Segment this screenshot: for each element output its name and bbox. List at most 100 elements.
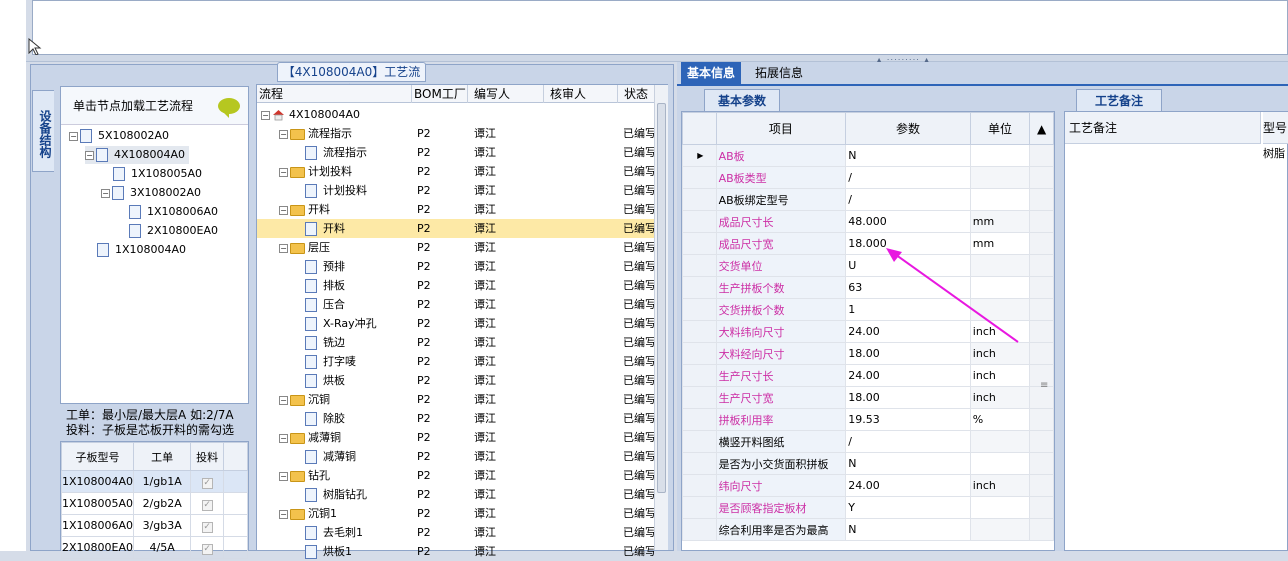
collapse-icon[interactable]: −: [279, 509, 288, 519]
param-row[interactable]: 纬向尺寸 24.00 inch: [682, 474, 1054, 497]
flow-row[interactable]: − 计划投料 P2 谭江 已编写: [257, 162, 657, 181]
flow-row[interactable]: 流程指示 P2 谭江 已编写: [257, 143, 657, 162]
param-row[interactable]: 成品尺寸长 48.000 mm: [682, 210, 1054, 233]
tree-node-selected[interactable]: −4X108004A0: [85, 146, 190, 164]
tree-node[interactable]: 2X10800EA0: [129, 222, 218, 240]
flow-row[interactable]: 除胶 P2 谭江 已编写: [257, 409, 657, 428]
param-row[interactable]: 横竖开料图纸 /: [682, 430, 1054, 453]
tab-basic-params[interactable]: 基本参数: [704, 89, 780, 111]
collapse-icon[interactable]: −: [279, 243, 288, 253]
tree-node[interactable]: 1X108005A0: [113, 165, 202, 183]
table-row[interactable]: 1X108005A0 2/gb2A ✓: [60, 492, 248, 515]
checkbox[interactable]: ✓: [201, 543, 213, 555]
flow-row[interactable]: 树脂钻孔 P2 谭江 已编写: [257, 485, 657, 504]
collapse-icon[interactable]: −: [85, 150, 94, 160]
collapse-icon[interactable]: −: [279, 433, 288, 443]
flow-row[interactable]: 打字唛 P2 谭江 已编写: [257, 352, 657, 371]
collapse-icon[interactable]: −: [101, 188, 110, 198]
top-text-panel[interactable]: [32, 0, 1288, 55]
row-indicator[interactable]: [682, 276, 717, 299]
flow-row[interactable]: 去毛刺1 P2 谭江 已编写: [257, 523, 657, 542]
param-row[interactable]: AB板绑定型号 /: [682, 188, 1054, 211]
flow-row[interactable]: 烘板 P2 谭江 已编写: [257, 371, 657, 390]
row-indicator[interactable]: [682, 210, 717, 233]
checkbox[interactable]: ✓: [201, 521, 213, 533]
table-row[interactable]: 2X10800EA0 4/5A ✓: [60, 536, 248, 559]
param-row[interactable]: 是否为小交货面积拼板 N: [682, 452, 1054, 475]
param-row[interactable]: ▶ AB板 N: [682, 144, 1054, 167]
flow-row[interactable]: − 沉铜 P2 谭江 已编写: [257, 390, 657, 409]
tree-node[interactable]: −5X108002A0: [69, 127, 169, 145]
param-row[interactable]: 生产尺寸长 24.00 inch: [682, 364, 1054, 387]
row-indicator[interactable]: [682, 254, 717, 277]
flow-title-tab[interactable]: 【4X108004A0】工艺流程: [277, 62, 426, 97]
param-row[interactable]: 拼板利用率 19.53%: [682, 408, 1054, 431]
model-col-header[interactable]: 型号: [1263, 112, 1288, 144]
col-header[interactable]: 核审人: [544, 85, 618, 103]
row-indicator[interactable]: [682, 474, 717, 497]
col-header[interactable]: 流程: [257, 85, 412, 103]
param-row[interactable]: AB板类型 /: [682, 166, 1054, 189]
col-header[interactable]: 项目: [715, 112, 847, 145]
col-header[interactable]: 子板型号: [60, 442, 135, 471]
flow-row[interactable]: − 开料 P2 谭江 已编写: [257, 200, 657, 219]
flow-row[interactable]: 计划投料 P2 谭江 已编写: [257, 181, 657, 200]
flow-row[interactable]: − 流程指示 P2 谭江 已编写: [257, 124, 657, 143]
flow-row[interactable]: − 层压 P2 谭江 已编写: [257, 238, 657, 257]
row-indicator[interactable]: [682, 496, 717, 519]
row-indicator[interactable]: [682, 342, 717, 365]
scroll-up-icon[interactable]: ▲: [1029, 112, 1054, 145]
flow-row[interactable]: − 沉铜1 P2 谭江 已编写: [257, 504, 657, 523]
col-header[interactable]: 编写人: [468, 85, 544, 103]
horizontal-splitter[interactable]: [26, 55, 1288, 62]
row-indicator[interactable]: [682, 518, 717, 541]
flow-row[interactable]: − 减薄铜 P2 谭江 已编写: [257, 428, 657, 447]
flow-row[interactable]: 压合 P2 谭江 已编写: [257, 295, 657, 314]
row-indicator[interactable]: ▶: [682, 144, 717, 167]
flow-row[interactable]: 预排 P2 谭江 已编写: [257, 257, 657, 276]
flow-row[interactable]: 开料 P2 谭江 已编写: [257, 219, 657, 238]
tree-node[interactable]: 1X108006A0: [129, 203, 218, 221]
tab-extended-info[interactable]: 拓展信息: [749, 62, 809, 84]
collapse-icon[interactable]: −: [279, 129, 288, 139]
collapse-icon[interactable]: −: [279, 395, 288, 405]
flow-row[interactable]: 减薄铜 P2 谭江 已编写: [257, 447, 657, 466]
checkbox[interactable]: ✓: [201, 499, 213, 511]
flow-row[interactable]: X-Ray冲孔 P2 谭江 已编写: [257, 314, 657, 333]
col-header[interactable]: BOM工厂: [412, 85, 468, 103]
col-header[interactable]: 工单: [133, 442, 192, 471]
checkbox[interactable]: ✓: [201, 477, 213, 489]
table-row[interactable]: 1X108006A0 3/gb3A ✓: [60, 514, 248, 537]
row-indicator[interactable]: [682, 188, 717, 211]
speech-bubble-icon[interactable]: [218, 98, 240, 118]
col-header[interactable]: 单位: [969, 112, 1031, 145]
remark-col-header[interactable]: 工艺备注: [1065, 112, 1261, 144]
tree-node[interactable]: 1X108004A0: [97, 241, 186, 259]
flow-root-row[interactable]: −4X108004A0: [257, 105, 657, 124]
col-header[interactable]: 状态: [618, 85, 658, 103]
collapse-icon[interactable]: −: [69, 131, 78, 141]
collapse-icon[interactable]: −: [279, 471, 288, 481]
tab-basic-info[interactable]: 基本信息: [681, 62, 742, 84]
flow-row[interactable]: 铣边 P2 谭江 已编写: [257, 333, 657, 352]
row-indicator[interactable]: [682, 320, 717, 343]
row-indicator[interactable]: [682, 408, 717, 431]
collapse-icon[interactable]: −: [279, 167, 288, 177]
row-indicator[interactable]: [682, 364, 717, 387]
row-indicator[interactable]: [682, 430, 717, 453]
row-indicator[interactable]: [682, 386, 717, 409]
collapse-icon[interactable]: −: [261, 110, 270, 120]
row-indicator[interactable]: [682, 166, 717, 189]
equipment-structure-tab[interactable]: 设备结构: [32, 90, 54, 172]
flow-row[interactable]: − 钻孔 P2 谭江 已编写: [257, 466, 657, 485]
param-row[interactable]: 生产尺寸宽 18.00 inch: [682, 386, 1054, 409]
flow-scrollbar[interactable]: [654, 85, 668, 550]
tree-node[interactable]: −3X108002A0: [101, 184, 201, 202]
flow-row[interactable]: 排板 P2 谭江 已编写: [257, 276, 657, 295]
scroll-thumb[interactable]: [657, 103, 666, 493]
tab-process-remark[interactable]: 工艺备注: [1076, 89, 1162, 111]
row-indicator[interactable]: [682, 452, 717, 475]
param-row[interactable]: 是否顾客指定板材 Y: [682, 496, 1054, 519]
row-indicator[interactable]: [682, 232, 717, 255]
table-row[interactable]: 1X108004A0 1/gb1A ✓: [60, 470, 248, 493]
